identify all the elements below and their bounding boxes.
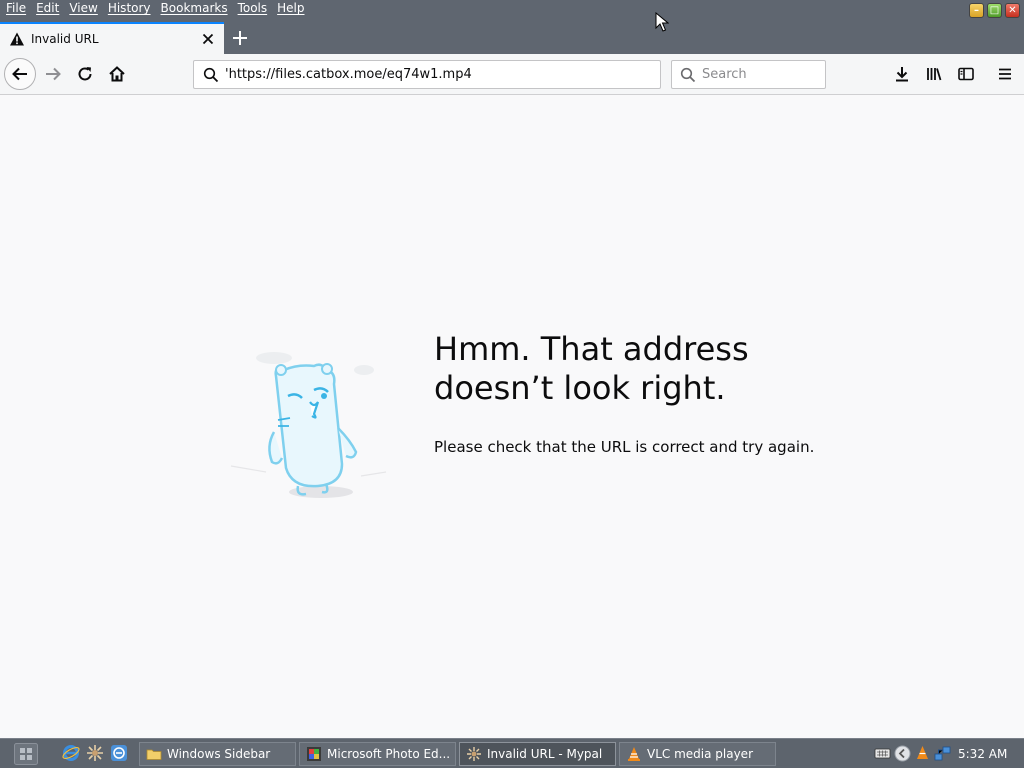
- reload-button[interactable]: [69, 58, 101, 90]
- start-menu-icon[interactable]: [14, 743, 38, 765]
- maximize-button[interactable]: □: [987, 3, 1002, 18]
- task-microsoft-photo-editor[interactable]: Microsoft Photo Ed...: [299, 742, 456, 766]
- mypal-browser-icon[interactable]: [86, 744, 104, 762]
- browser-icon: [467, 747, 481, 761]
- system-tray: [874, 745, 951, 762]
- warning-icon: [10, 32, 24, 46]
- search-icon: [203, 67, 219, 82]
- mouse-cursor-icon: [655, 12, 669, 32]
- vlc-tray-icon[interactable]: [914, 745, 931, 762]
- task-label: Windows Sidebar: [167, 747, 271, 761]
- error-title: Hmm. That address doesn’t look right.: [434, 330, 854, 408]
- download-icon: [896, 67, 908, 82]
- back-button[interactable]: [4, 58, 36, 90]
- search-icon: [680, 67, 696, 82]
- menu-button[interactable]: [989, 58, 1021, 90]
- window-titlebar: File Edit View History Bookmarks Tools H…: [0, 0, 1024, 54]
- folder-icon: [146, 749, 162, 760]
- tab-strip: Invalid URL: [0, 22, 1024, 54]
- menu-help[interactable]: Help: [271, 0, 308, 17]
- error-message: Please check that the URL is correct and…: [434, 438, 815, 456]
- clock[interactable]: 5:32 AM: [958, 747, 1007, 761]
- quick-launch: [62, 744, 128, 762]
- task-invalid-url-mypal[interactable]: Invalid URL - Mypal: [459, 742, 616, 766]
- menu-history[interactable]: History: [102, 0, 155, 17]
- internet-explorer-icon[interactable]: [62, 744, 80, 762]
- photo-editor-icon: [307, 747, 321, 761]
- library-button[interactable]: [918, 58, 950, 90]
- task-label: Invalid URL - Mypal: [487, 747, 603, 761]
- menu-tools[interactable]: Tools: [232, 0, 272, 17]
- task-vlc-media-player[interactable]: VLC media player: [619, 742, 776, 766]
- tab-invalid-url[interactable]: Invalid URL: [0, 22, 224, 54]
- tab-title: Invalid URL: [31, 32, 99, 46]
- search-placeholder: Search: [702, 67, 747, 82]
- task-label: VLC media player: [647, 747, 754, 761]
- sidebar-button[interactable]: [950, 58, 982, 90]
- confused-hamster-illustration: [230, 352, 387, 498]
- home-button[interactable]: [101, 58, 133, 90]
- search-box[interactable]: Search: [671, 60, 826, 89]
- back-circle-icon[interactable]: [894, 745, 911, 762]
- navigation-toolbar: 'https://files.catbox.moe/eq74w1.mp4 Sea…: [0, 54, 1024, 95]
- close-window-button[interactable]: ✕: [1005, 3, 1020, 18]
- hamburger-icon: [999, 68, 1011, 80]
- error-title-line1: Hmm. That address: [434, 330, 749, 368]
- close-icon: ✕: [1008, 5, 1017, 16]
- tab-close-icon[interactable]: [200, 31, 216, 47]
- menubar: File Edit View History Bookmarks Tools H…: [0, 0, 309, 17]
- network-icon[interactable]: [934, 745, 951, 762]
- downloads-button[interactable]: [886, 58, 918, 90]
- taskbar: Windows Sidebar Microsoft Photo Ed... In…: [0, 738, 1024, 768]
- task-label: Microsoft Photo Ed...: [327, 747, 451, 761]
- maximize-icon: □: [989, 5, 1000, 16]
- new-tab-icon[interactable]: [230, 28, 250, 48]
- back-arrow-icon: [12, 67, 27, 81]
- vlc-icon: [628, 747, 640, 761]
- error-title-line2: doesn’t look right.: [434, 369, 726, 407]
- sidebar-icon: [958, 67, 974, 81]
- window-controls: – □ ✕: [969, 3, 1020, 18]
- library-icon: [927, 68, 942, 81]
- minimize-icon: –: [974, 5, 979, 16]
- task-windows-sidebar[interactable]: Windows Sidebar: [139, 742, 296, 766]
- menu-view[interactable]: View: [63, 0, 101, 17]
- globe-icon[interactable]: [110, 744, 128, 762]
- url-bar[interactable]: 'https://files.catbox.moe/eq74w1.mp4: [193, 60, 661, 89]
- home-icon: [109, 66, 125, 82]
- menu-bookmarks[interactable]: Bookmarks: [155, 0, 232, 17]
- error-page: Hmm. That address doesn’t look right. Pl…: [0, 96, 1024, 738]
- forward-button[interactable]: [37, 58, 69, 90]
- keyboard-icon[interactable]: [874, 745, 891, 762]
- reload-icon: [78, 67, 92, 81]
- menu-file[interactable]: File: [0, 0, 30, 17]
- menu-edit[interactable]: Edit: [30, 0, 63, 17]
- minimize-button[interactable]: –: [969, 3, 984, 18]
- url-text[interactable]: 'https://files.catbox.moe/eq74w1.mp4: [225, 67, 472, 82]
- forward-arrow-icon: [46, 67, 61, 81]
